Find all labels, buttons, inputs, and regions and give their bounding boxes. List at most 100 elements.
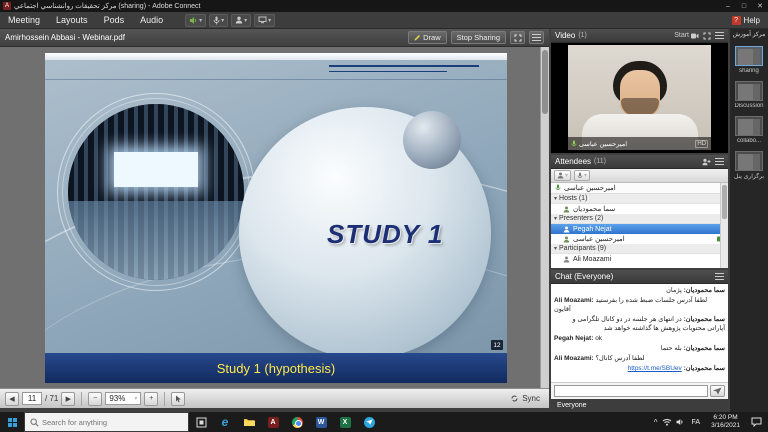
fullscreen-button[interactable] <box>510 31 525 44</box>
webcam-person-name: امیرحسین عباسی <box>579 140 627 148</box>
excel-button[interactable]: X <box>333 412 357 432</box>
language-indicator[interactable]: FA <box>689 419 704 426</box>
page-number-input[interactable]: 11 <box>22 392 42 405</box>
notification-center-button[interactable] <box>748 415 764 429</box>
presenters-group-row[interactable]: ▾ Presenters (2) <box>551 214 728 224</box>
chevron-down-icon: ▾ <box>584 172 587 179</box>
zoom-out-button[interactable]: − <box>88 392 102 406</box>
microphone-button[interactable]: ▾ <box>209 14 228 27</box>
help-label: Help <box>744 16 760 25</box>
taskbar-search[interactable] <box>24 412 189 432</box>
menu-layouts[interactable]: Layouts <box>48 12 96 28</box>
chevron-down-icon: ▾ <box>244 17 247 24</box>
architecture-photo-rings <box>57 93 255 291</box>
help-menu[interactable]: ? Help <box>732 16 768 25</box>
sync-label: Sync <box>522 394 540 403</box>
stop-sharing-button[interactable]: Stop Sharing <box>451 31 506 44</box>
layout-thumbnail <box>735 151 763 171</box>
layout-item-sharing[interactable]: sharing <box>735 46 763 74</box>
webcam-feed: امیرحسین عباسی HD <box>568 45 711 150</box>
next-page-button[interactable]: ▶ <box>61 392 75 406</box>
menu-pods[interactable]: Pods <box>96 12 133 28</box>
window-titlebar: A مركز تحقيقات روانشناسي اجتماعي (sharin… <box>0 0 768 12</box>
chrome-icon <box>292 417 303 428</box>
pod-menu-icon[interactable] <box>715 158 724 165</box>
task-view-button[interactable] <box>189 412 213 432</box>
chat-messages[interactable]: سما محمودیان: پژمان Ali Moazami: لطفا آد… <box>551 284 728 382</box>
slide-page-number: 12 <box>491 340 503 350</box>
attendee-row-selected[interactable]: Pegah Nejat <box>551 224 728 234</box>
pointer-icon <box>175 395 182 403</box>
layouts-bar: مرکز آموزش sharing Discussion collabo...… <box>730 29 768 412</box>
maximize-button[interactable]: □ <box>736 0 752 12</box>
share-scrollbar-thumb[interactable] <box>542 50 548 114</box>
hosts-group-row[interactable]: ▾ Hosts (1) <box>551 194 728 204</box>
zoom-level-dropdown[interactable]: 93%▾ <box>105 392 141 405</box>
status-options-button[interactable]: ▾ <box>554 170 571 181</box>
attendee-row-participant[interactable]: Ali Moazami <box>551 254 728 264</box>
edge-browser-button[interactable]: e <box>213 412 237 432</box>
draw-button[interactable]: Draw <box>408 31 447 44</box>
sync-control[interactable]: Sync <box>510 394 544 403</box>
share-screen-button[interactable]: ▾ <box>254 14 275 27</box>
slide-decorative-line <box>329 71 447 72</box>
chat-message: سما محمودیان: https://t.me/SBUev <box>554 364 725 373</box>
attendees-toolbar: ▾ ▾ <box>551 169 728 183</box>
tray-expand-icon[interactable]: ^ <box>654 418 658 427</box>
layout-item-discussion[interactable]: Discussion <box>734 81 763 109</box>
pointer-tool-button[interactable] <box>171 392 185 406</box>
add-person-icon[interactable] <box>702 158 711 166</box>
attendees-pod-title: Attendees <box>555 157 591 166</box>
divider <box>81 392 82 406</box>
slide-decorative-line <box>45 79 507 80</box>
pod-menu-icon[interactable] <box>715 32 724 39</box>
tab-everyone[interactable]: Everyone <box>557 402 587 409</box>
search-input[interactable] <box>42 418 172 427</box>
prev-page-button[interactable]: ◀ <box>5 392 19 406</box>
wifi-icon[interactable] <box>662 418 672 426</box>
send-message-button[interactable] <box>710 385 725 397</box>
start-webcam-button[interactable]: Start <box>674 32 699 39</box>
menu-audio[interactable]: Audio <box>132 12 171 28</box>
person-icon <box>563 226 570 233</box>
telegram-button[interactable] <box>357 412 381 432</box>
microphone-icon <box>577 172 583 180</box>
pencil-icon <box>414 34 421 41</box>
speaker-button[interactable]: ▾ <box>185 14 206 27</box>
attendees-scrollbar[interactable] <box>720 183 728 268</box>
menu-meeting[interactable]: Meeting <box>0 12 48 28</box>
person-icon <box>235 16 243 24</box>
adobe-connect-taskbar-button[interactable]: A <box>261 412 285 432</box>
close-button[interactable]: ✕ <box>752 0 768 12</box>
share-scrollbar[interactable] <box>540 47 549 388</box>
status-button[interactable]: ▾ <box>231 14 251 27</box>
chat-message: Ali Moazami: لطفا آدرس جلسات ضبط شده را … <box>554 296 725 314</box>
mic-rights-button[interactable]: ▾ <box>574 170 590 181</box>
chat-input-row <box>551 382 728 399</box>
chat-input[interactable] <box>554 385 708 397</box>
attendee-row-presenter[interactable]: امیرحسین عباسی <box>551 234 728 244</box>
layout-item-collaboration[interactable]: collabo... <box>735 116 763 144</box>
participants-group-row[interactable]: ▾ Participants (9) <box>551 244 728 254</box>
fullscreen-icon[interactable] <box>703 32 711 40</box>
slide-top-strip <box>45 53 507 60</box>
screen-share-icon <box>258 16 267 24</box>
word-button[interactable]: W <box>309 412 333 432</box>
volume-icon[interactable] <box>676 418 685 426</box>
attendee-row-host[interactable]: سما محمودیان <box>551 204 728 214</box>
layout-item-custom[interactable]: برگزاری پنل <box>734 151 764 180</box>
pod-menu-icon[interactable] <box>715 273 724 280</box>
attendees-scrollbar-thumb[interactable] <box>722 185 727 219</box>
architecture-photo <box>68 104 244 280</box>
layout-thumbnail <box>735 46 763 66</box>
minimize-button[interactable]: – <box>720 0 736 12</box>
pod-options-button[interactable] <box>529 31 544 44</box>
chrome-button[interactable] <box>285 412 309 432</box>
chat-link[interactable]: https://t.me/SBUev <box>628 365 682 372</box>
speaker-icon <box>189 16 198 25</box>
zoom-in-button[interactable]: + <box>144 392 158 406</box>
pod-menu-icon <box>532 34 541 41</box>
taskbar-clock[interactable]: 6:20 PM 3/16/2021 <box>707 414 744 430</box>
file-explorer-button[interactable] <box>237 412 261 432</box>
start-button[interactable] <box>0 412 24 432</box>
